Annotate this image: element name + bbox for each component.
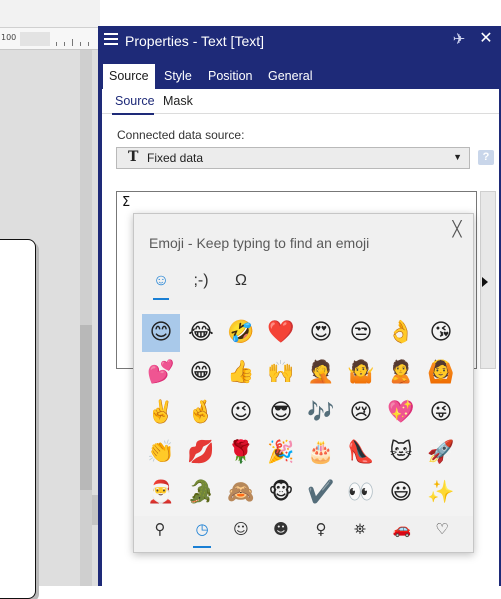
smiley-tab-icon[interactable]: ☺ [148,270,174,292]
people-icon[interactable]: ☻ [267,518,295,540]
emoji-cell[interactable]: ❤️ [262,314,300,352]
emoji-cell[interactable]: 😉 [222,394,260,432]
emoji-cell[interactable]: 👀 [342,474,380,512]
emoji-cell[interactable]: 🐊 [182,474,220,512]
pin-icon[interactable]: ✈ [450,31,468,49]
subtabs: Source Mask [102,89,499,115]
canvas-toolbar-strip [0,0,100,28]
car-icon[interactable]: 🚗 [388,518,416,540]
tab-general[interactable]: General [262,64,318,89]
data-source-select[interactable]: T Fixed data ▼ [116,147,470,169]
search-icon[interactable]: ⚲ [146,518,174,540]
emoji-cell[interactable]: ✌️ [142,394,180,432]
symbols-tab-icon[interactable]: Ω [228,270,254,292]
tab-source[interactable]: Source [103,64,155,89]
emoji-cell[interactable]: 😢 [342,394,380,432]
label-paper[interactable] [0,239,36,599]
recent-icon[interactable]: ◷ [188,518,216,540]
panel-title: Properties - Text [Text] [125,33,265,49]
text-type-icon: T [128,149,139,165]
emoji-cell[interactable]: 🎅 [142,474,180,512]
chevron-down-icon: ▼ [453,152,462,162]
smiley-icon[interactable]: ☺ [227,518,255,540]
tab-style[interactable]: Style [158,64,198,89]
emoji-cell[interactable]: 😍 [302,314,340,352]
emoji-cell[interactable]: ✔️ [302,474,340,512]
connected-source-label: Connected data source: [117,128,245,142]
emoji-cell[interactable]: 👍 [222,354,260,392]
emoji-cell[interactable]: 🤣 [222,314,260,352]
emoji-cell[interactable]: 😁 [182,354,220,392]
arrow-right-icon[interactable] [482,277,488,287]
emoji-cell[interactable]: 🐵 [262,474,300,512]
celebration-icon[interactable]: ♀ [307,518,335,540]
emoji-cell[interactable]: 🎶 [302,394,340,432]
emoji-cell[interactable]: 😘 [422,314,460,352]
emoji-cell[interactable]: 🙆 [422,354,460,392]
tab-position[interactable]: Position [202,64,258,89]
emoji-cell[interactable]: 🤞 [182,394,220,432]
ruler-label: 100 [1,33,17,42]
emoji-cell[interactable]: 👏 [142,434,180,472]
emoji-cell[interactable]: 🐱 [382,434,420,472]
design-canvas[interactable]: 100 [0,0,100,599]
horizontal-ruler: 100 [0,28,100,50]
emoji-header: Emoji - Keep typing to find an emoji ╳ ☺… [134,214,473,310]
ruler-tick [64,42,65,46]
close-icon[interactable]: ╳ [449,222,465,238]
subtab-underline [112,113,154,115]
food-icon[interactable]: ⛯ [346,518,374,540]
close-icon[interactable]: ✕ [477,30,495,48]
kaomoji-tab[interactable]: ;-) [188,270,214,292]
ruler-tick [80,42,81,46]
ruler-shade [20,32,50,46]
emoji-cell[interactable]: 👠 [342,434,380,472]
emoji-cell[interactable]: 💋 [182,434,220,472]
category-underline [153,298,169,300]
emoji-cell[interactable]: 😃 [382,474,420,512]
heart-icon[interactable]: ♡ [428,518,456,540]
emoji-cell[interactable]: 😒 [342,314,380,352]
emoji-picker: Emoji - Keep typing to find an emoji ╳ ☺… [133,213,474,553]
emoji-cell[interactable]: 🤷 [342,354,380,392]
scrollbar-thumb[interactable] [80,325,92,490]
emoji-cell[interactable]: 🤦 [302,354,340,392]
hamburger-icon[interactable] [104,33,118,46]
emoji-cell[interactable]: 😎 [262,394,300,432]
emoji-cell[interactable]: 🌹 [222,434,260,472]
emoji-cell[interactable]: 🙎 [382,354,420,392]
emoji-cell[interactable]: 💕 [142,354,180,392]
subtab-mask[interactable]: Mask [163,94,193,108]
emoji-category-bar: ⚲ ◷ ☺ ☻ ♀ ⛯ 🚗 ♡ [134,516,473,552]
emoji-cell[interactable]: ✨ [422,474,460,512]
emoji-cell[interactable]: 😂 [182,314,220,352]
properties-tabs: Source Style Position General [98,64,501,89]
emoji-cell[interactable]: 🎉 [262,434,300,472]
text-value: Σ [122,195,131,210]
emoji-cell[interactable]: 👌 [382,314,420,352]
select-value: Fixed data [147,151,204,165]
emoji-cell[interactable]: 🙌 [262,354,300,392]
ruler-tick [88,42,89,46]
ruler-tick [56,42,57,46]
emoji-cell[interactable]: 🙈 [222,474,260,512]
footer-underline [193,546,211,548]
subtab-source[interactable]: Source [115,94,155,108]
help-icon[interactable]: ? [478,150,494,165]
emoji-cell[interactable]: 😊 [142,314,180,352]
emoji-cell[interactable]: 🎂 [302,434,340,472]
vertical-scrollbar[interactable] [80,50,92,586]
emoji-cell[interactable]: 🚀 [422,434,460,472]
ruler-tick [72,39,73,46]
panel-header: Properties - Text [Text] ✈ ✕ [98,26,501,56]
emoji-grid: 😊 😂 🤣 ❤️ 😍 😒 👌 😘 💕 😁 👍 🙌 🤦 🤷 🙎 🙆 ✌️ 🤞 😉 😎 🎶 😢 💖 😜 👏 💋 🌹 🎉 🎂 👠 🐱 🚀 🎅 🐊 🙈 🐵 ✔️… [134,310,473,516]
emoji-cell[interactable]: 😜 [422,394,460,432]
emoji-cell[interactable]: 💖 [382,394,420,432]
emoji-title: Emoji - Keep typing to find an emoji [149,235,370,251]
